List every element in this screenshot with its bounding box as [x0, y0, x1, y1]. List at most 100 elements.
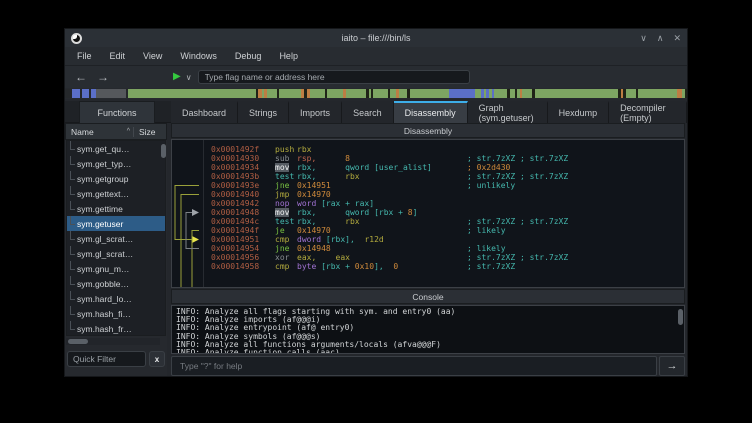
- seekbar-segment: [82, 89, 89, 98]
- operand: dword: [297, 235, 321, 244]
- disassembly-row[interactable]: 0x00014934movrbx, qword [user_alist]; 0x…: [172, 163, 684, 172]
- scrollbar-thumb[interactable]: [68, 339, 88, 344]
- tab-disassembly[interactable]: Disassembly: [394, 101, 468, 123]
- operand: [rbx],: [321, 235, 355, 244]
- operand: byte: [297, 262, 316, 271]
- disassembly-row[interactable]: 0x00014942nopword [rax + rax]: [172, 199, 684, 208]
- menu-debug[interactable]: Debug: [235, 51, 262, 61]
- address-search-input[interactable]: [198, 70, 470, 84]
- title-bar: iaito – file:///bin/ls ∨ ∧ ✕: [65, 29, 687, 47]
- menu-view[interactable]: View: [143, 51, 162, 61]
- function-item[interactable]: sym.hash_fr…: [67, 321, 165, 336]
- disassembly-row[interactable]: 0x00014958cmpbyte [rbx + 0x10], 0; str.7…: [172, 262, 684, 271]
- tab-row: Functions DashboardStringsImportsSearchD…: [65, 101, 687, 123]
- memory-map-seekbar[interactable]: [65, 89, 687, 98]
- maximize-icon[interactable]: ∧: [657, 33, 664, 44]
- seekbar-segment: [65, 89, 72, 98]
- column-header-name[interactable]: Name ^: [66, 127, 134, 137]
- tab-dashboard[interactable]: Dashboard: [171, 101, 238, 123]
- console-command-input[interactable]: [171, 356, 657, 376]
- column-header-size[interactable]: Size: [134, 127, 156, 137]
- instruction-address: 0x0001493e: [211, 181, 275, 190]
- operand: rsp,: [297, 154, 316, 163]
- functions-vertical-scrollbar[interactable]: [161, 144, 166, 158]
- operand: ],: [374, 262, 384, 271]
- toolbar: ← → ▶ ∨: [65, 66, 687, 88]
- function-item[interactable]: sym.gobble…: [67, 276, 165, 291]
- operand: 0x14951: [297, 181, 331, 190]
- disassembly-row[interactable]: 0x0001493btestrbx, rbx; str.7zXZ ; str.7…: [172, 172, 684, 181]
- console-send-button[interactable]: →: [659, 356, 685, 376]
- clear-filter-button[interactable]: x: [149, 351, 165, 367]
- menu-edit[interactable]: Edit: [110, 51, 126, 61]
- functions-horizontal-scrollbar[interactable]: [66, 338, 160, 345]
- disassembly-row[interactable]: 0x00014951cmp dword [rbx], r12d: [172, 235, 684, 244]
- operand: ]: [413, 208, 418, 217]
- function-item[interactable]: sym.gnu_m…: [67, 261, 165, 276]
- disassembly-row[interactable]: 0x00014930subrsp, 8; str.7zXZ ; str.7zXZ: [172, 154, 684, 163]
- function-item[interactable]: sym.get_qu…: [67, 141, 165, 156]
- operand: rbx,: [297, 217, 316, 226]
- functions-list: sym.get_qu…sym.get_typ…sym.getgroupsym.g…: [66, 140, 166, 336]
- function-item[interactable]: sym.hash_fi…: [67, 306, 165, 321]
- function-item[interactable]: sym.gl_scrat…: [67, 246, 165, 261]
- instruction-address: 0x00014934: [211, 163, 275, 172]
- main-tab-bar: DashboardStringsImportsSearchDisassembly…: [171, 101, 687, 123]
- menu-windows[interactable]: Windows: [180, 51, 217, 61]
- tab-functions[interactable]: Functions: [79, 101, 155, 123]
- disassembly-row[interactable]: 0x00014948movrbx, qword [rbx + 8]: [172, 208, 684, 217]
- disassembly-row[interactable]: 0x0001494ctestrbx, rbx; str.7zXZ ; str.7…: [172, 217, 684, 226]
- mnemonic: je: [275, 226, 285, 235]
- tab-graph-sym-getuser[interactable]: Graph (sym.getuser): [468, 101, 548, 123]
- mnemonic: sub: [275, 154, 289, 163]
- disassembly-row[interactable]: 0x00014954jne0x14948; likely: [172, 244, 684, 253]
- tab-imports[interactable]: Imports: [289, 101, 342, 123]
- close-icon[interactable]: ✕: [673, 33, 681, 44]
- tab-search[interactable]: Search: [342, 101, 394, 123]
- disassembly-view[interactable]: 0x0001492fpushrbx0x00014930subrsp, 8; st…: [171, 139, 685, 288]
- function-item[interactable]: sym.getuser: [67, 216, 165, 231]
- play-dropdown-icon[interactable]: ∨: [186, 73, 192, 82]
- function-item[interactable]: sym.getgroup: [67, 171, 165, 186]
- operand: word: [297, 199, 316, 208]
- function-item[interactable]: sym.hard_lo…: [67, 291, 165, 306]
- menu-help[interactable]: Help: [279, 51, 298, 61]
- disassembly-row[interactable]: 0x0001494fje0x14970; likely: [172, 226, 684, 235]
- quick-filter-input[interactable]: [67, 351, 146, 367]
- menu-file[interactable]: File: [77, 51, 92, 61]
- disassembly-row[interactable]: 0x0001493ejne0x14951; unlikely: [172, 181, 684, 190]
- operand: r12d: [355, 235, 384, 244]
- seekbar-segment: [267, 89, 277, 98]
- tab-hexdump[interactable]: Hexdump: [548, 101, 610, 123]
- mnemonic: jne: [275, 181, 289, 190]
- instruction-address: 0x00014951: [211, 235, 275, 244]
- function-item[interactable]: sym.get_typ…: [67, 156, 165, 171]
- operand: 0x14948: [297, 244, 331, 253]
- instruction-address: 0x00014940: [211, 190, 275, 199]
- seekbar-segment: [638, 89, 677, 98]
- forward-arrow-icon[interactable]: →: [97, 71, 109, 83]
- back-arrow-icon[interactable]: ←: [75, 71, 87, 83]
- sort-ascending-icon: ^: [127, 128, 130, 135]
- console-scrollbar[interactable]: [678, 309, 683, 325]
- mnemonic: jne: [275, 244, 289, 253]
- seekbar-segment: [449, 89, 475, 98]
- function-item[interactable]: sym.gettime: [67, 201, 165, 216]
- console-output[interactable]: INFO: Analyze all flags starting with sy…: [171, 305, 685, 354]
- function-item[interactable]: sym.gettext…: [67, 186, 165, 201]
- continue-play-icon[interactable]: ▶: [173, 72, 181, 82]
- function-item[interactable]: sym.gl_scrat…: [67, 231, 165, 246]
- right-dock-area: Disassembly 0x0001492fpushrbx0x00014930s…: [171, 123, 685, 376]
- disassembly-row[interactable]: 0x0001492fpushrbx: [172, 145, 684, 154]
- app-window: iaito – file:///bin/ls ∨ ∧ ✕ File Edit Vie…: [64, 28, 688, 377]
- disassembly-row[interactable]: 0x00014956xoreax, eax; str.7zXZ ; str.7z…: [172, 253, 684, 262]
- seekbar-segment: [373, 89, 389, 98]
- mnemonic: cmp: [275, 235, 289, 244]
- mnemonic: nop: [275, 199, 289, 208]
- tab-decompiler-empty[interactable]: Decompiler (Empty): [609, 101, 687, 123]
- minimize-icon[interactable]: ∨: [640, 33, 647, 44]
- tab-strings[interactable]: Strings: [238, 101, 289, 123]
- disassembly-row[interactable]: 0x00014940jmp0x14970: [172, 190, 684, 199]
- instruction-address: 0x0001494c: [211, 217, 275, 226]
- operand: 0x14970: [297, 226, 331, 235]
